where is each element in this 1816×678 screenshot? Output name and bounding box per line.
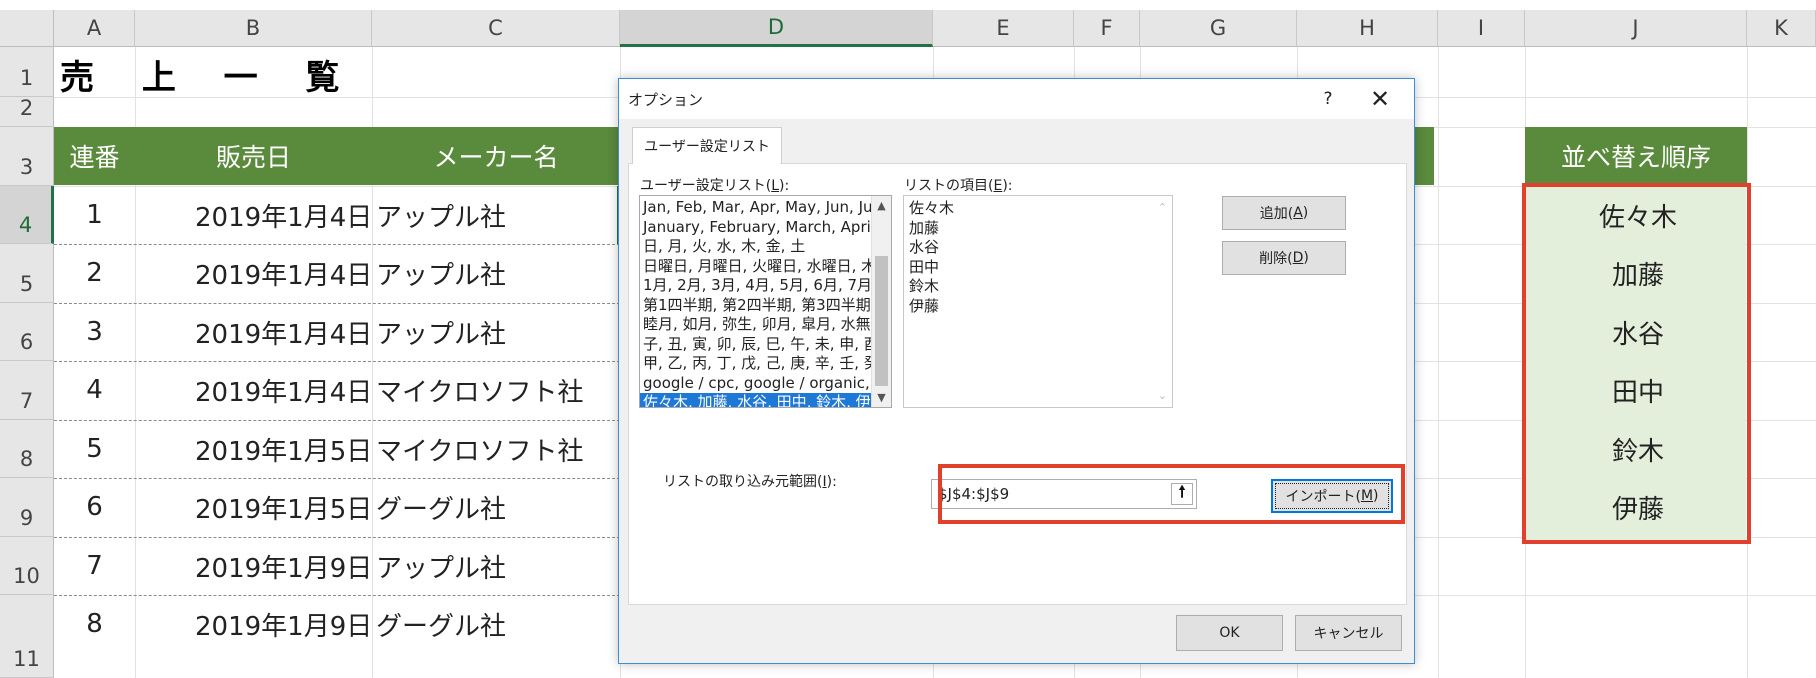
list-item[interactable]: 第1四半期, 第2四半期, 第3四半期, 第4 <box>640 296 872 316</box>
column-header-j[interactable]: J <box>1525 10 1747 47</box>
close-icon[interactable]: ✕ <box>1358 84 1402 114</box>
column-header-c[interactable]: C <box>372 10 620 47</box>
row-header-1[interactable]: 1 <box>0 47 54 97</box>
list-entry: 佐々木 <box>909 199 955 217</box>
column-header-e[interactable]: E <box>933 10 1074 47</box>
delete-button[interactable]: 削除(D) <box>1222 241 1346 275</box>
table-cell-date[interactable]: 2019年1月4日 <box>195 244 372 302</box>
help-icon[interactable]: ? <box>1313 85 1343 113</box>
add-button[interactable]: 追加(A) <box>1222 196 1346 230</box>
table-cell-date[interactable]: 2019年1月4日 <box>195 186 372 244</box>
custom-lists-label: ユーザー設定リスト(L): <box>640 178 790 194</box>
options-dialog: オプション ? ✕ ユーザー設定リスト ユーザー設定リスト(L): Jan, F… <box>618 78 1415 664</box>
list-entry: 田中 <box>909 257 940 276</box>
select-all-corner[interactable] <box>0 10 54 47</box>
table-cell-no[interactable]: 7 <box>54 537 135 595</box>
list-entries-textbox[interactable]: 佐々木 加藤 水谷 田中 鈴木 伊藤 ⌃ ⌄ <box>903 195 1173 408</box>
list-item[interactable]: google / cpc, google / organic, yahoo <box>640 374 872 394</box>
list-item[interactable]: 日, 月, 火, 水, 木, 金, 土 <box>640 237 872 257</box>
header-order: 並べ替え順序 <box>1560 143 1711 172</box>
scroll-down-icon[interactable]: ⌄ <box>1153 386 1172 405</box>
table-cell-no[interactable]: 5 <box>54 420 135 478</box>
header-renban: 連番 <box>69 143 120 172</box>
list-item[interactable]: January, February, March, April, May <box>640 218 872 238</box>
scroll-thumb[interactable] <box>875 256 888 386</box>
table-cell-maker[interactable]: グーグル社 <box>376 478 506 536</box>
table-cell-maker[interactable]: アップル社 <box>376 303 506 361</box>
table-cell-maker[interactable]: マイクロソフト社 <box>376 361 583 419</box>
table-cell-date[interactable]: 2019年1月5日 <box>195 420 372 478</box>
table-cell-maker[interactable]: マイクロソフト社 <box>376 420 583 478</box>
sheet-title: 売 上 一 覧 <box>60 58 358 98</box>
header-hanbaibi: 販売日 <box>215 143 291 172</box>
table-cell-date[interactable]: 2019年1月9日 <box>195 595 372 653</box>
table-cell-date[interactable]: 2019年1月5日 <box>195 478 372 536</box>
table-cell-no[interactable]: 1 <box>54 186 135 244</box>
row-header-7[interactable]: 7 <box>0 361 54 420</box>
list-item-selected[interactable]: 佐々木, 加藤, 水谷, 田中, 鈴木, 伊藤 <box>640 393 872 407</box>
table-cell-no[interactable]: 6 <box>54 478 135 536</box>
list-entries-scrollbar[interactable]: ⌃ ⌄ <box>1153 196 1172 407</box>
row-header-6[interactable]: 6 <box>0 303 54 361</box>
scroll-down-icon[interactable]: ▼ <box>872 388 891 407</box>
table-cell-no[interactable]: 8 <box>54 595 135 653</box>
list-item[interactable]: 睦月, 如月, 弥生, 卯月, 皐月, 水無月, <box>640 315 872 335</box>
scroll-up-icon[interactable]: ▲ <box>872 196 891 215</box>
row-header-5[interactable]: 5 <box>0 244 54 303</box>
table-cell-no[interactable]: 3 <box>54 303 135 361</box>
list-item[interactable]: 1月, 2月, 3月, 4月, 5月, 6月, 7月, 8月 <box>640 276 872 296</box>
custom-lists-listbox[interactable]: Jan, Feb, Mar, Apr, May, Jun, Jul, Aug J… <box>639 195 892 408</box>
ok-button[interactable]: OK <box>1176 615 1283 651</box>
column-header-b[interactable]: B <box>135 10 372 47</box>
table-cell-maker[interactable]: アップル社 <box>376 537 506 595</box>
list-items-label: リストの項目(E): <box>904 178 1013 194</box>
table-cell-maker[interactable]: グーグル社 <box>376 595 506 653</box>
order-range-highlight <box>1522 183 1751 544</box>
dialog-title: オプション <box>628 91 704 109</box>
column-header-h[interactable]: H <box>1297 10 1438 47</box>
list-item[interactable]: 日曜日, 月曜日, 火曜日, 水曜日, 木曜日 <box>640 257 872 277</box>
header-maker: メーカー名 <box>433 143 559 172</box>
list-item[interactable]: Jan, Feb, Mar, Apr, May, Jun, Jul, Aug <box>640 198 872 218</box>
row-header-3[interactable]: 3 <box>0 127 54 186</box>
column-header-k[interactable]: K <box>1747 10 1816 47</box>
table-cell-no[interactable]: 2 <box>54 244 135 302</box>
row-header-8[interactable]: 8 <box>0 420 54 478</box>
list-item[interactable]: 甲, 乙, 丙, 丁, 戊, 己, 庚, 辛, 壬, 癸 <box>640 354 872 374</box>
list-entry: 加藤 <box>909 218 940 237</box>
column-header-f[interactable]: F <box>1074 10 1140 47</box>
scroll-up-icon[interactable]: ⌃ <box>1153 198 1172 217</box>
row-header-11[interactable]: 11 <box>0 595 54 678</box>
row-header-4[interactable]: 4 <box>0 186 54 244</box>
table-cell-date[interactable]: 2019年1月4日 <box>195 361 372 419</box>
import-range-highlight <box>938 464 1405 524</box>
column-header-a[interactable]: A <box>54 10 135 47</box>
cancel-button[interactable]: キャンセル <box>1295 615 1402 651</box>
dialog-titlebar[interactable]: オプション ? ✕ <box>619 79 1414 119</box>
column-header-d[interactable]: D <box>620 10 933 47</box>
row-header-2[interactable]: 2 <box>0 96 54 127</box>
list-entry: 水谷 <box>909 238 940 256</box>
row-header-9[interactable]: 9 <box>0 478 54 537</box>
custom-lists-scrollbar[interactable]: ▲ ▼ <box>871 196 891 407</box>
import-range-label: リストの取り込み元範囲(I): <box>663 474 837 490</box>
list-entry: 伊藤 <box>909 296 940 315</box>
column-header-i[interactable]: I <box>1438 10 1525 47</box>
table-cell-date[interactable]: 2019年1月4日 <box>195 303 372 361</box>
column-header-g[interactable]: G <box>1140 10 1297 47</box>
list-item[interactable]: 子, 丑, 寅, 卯, 辰, 巳, 午, 未, 申, 酉, <box>640 335 872 355</box>
list-entry: 鈴木 <box>909 277 940 295</box>
table-cell-maker[interactable]: アップル社 <box>376 244 506 302</box>
tab-custom-lists[interactable]: ユーザー設定リスト <box>632 127 782 164</box>
row-header-10[interactable]: 10 <box>0 537 54 595</box>
table-cell-maker[interactable]: アップル社 <box>376 186 506 244</box>
table-cell-no[interactable]: 4 <box>54 361 135 419</box>
table-cell-date[interactable]: 2019年1月9日 <box>195 537 372 595</box>
